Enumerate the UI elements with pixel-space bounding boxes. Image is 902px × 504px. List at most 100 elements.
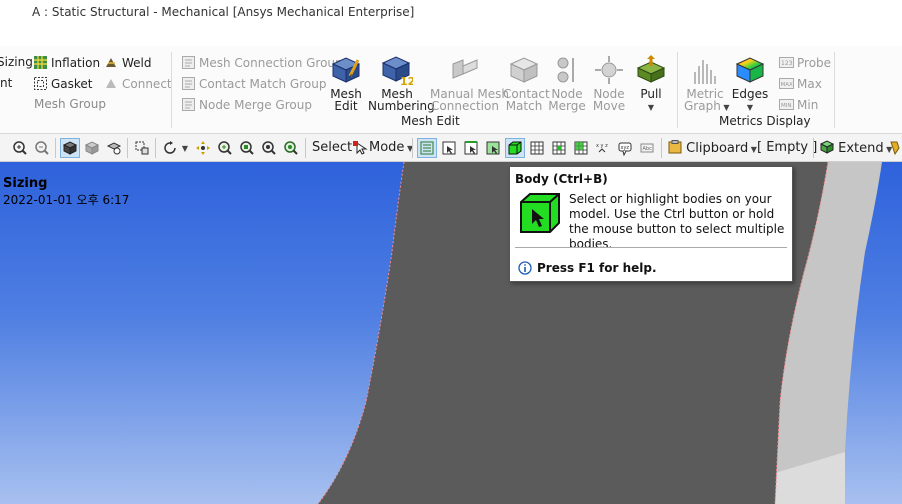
zoom-icon[interactable] (215, 138, 235, 158)
svg-text:x y z: x y z (596, 143, 608, 149)
clipboard-dropdown[interactable]: Clipboard ▼ (668, 140, 757, 156)
mesh-edit-group-label: Mesh Edit (401, 114, 460, 128)
shaded-exterior-icon[interactable] (60, 138, 80, 158)
tooltip-description: Select or highlight bodies on your model… (569, 192, 785, 251)
node-move-label-2: Move (592, 99, 626, 113)
mesh-numbering-icon: 12 (381, 56, 413, 86)
label-select-icon[interactable]: Abc (637, 138, 657, 158)
mesh-connection-group-button[interactable]: Mesh Connection Group (181, 55, 343, 70)
hit-point-icon[interactable]: xyz (615, 138, 635, 158)
svg-text:MIN: MIN (781, 103, 791, 109)
probe-label: Probe (797, 55, 832, 70)
zoom-out-icon[interactable] (32, 138, 52, 158)
pull-dropdown-icon: ▼ (647, 103, 655, 112)
viewport-title: Sizing (3, 176, 48, 191)
select-mode-cursor-icon[interactable] (350, 138, 370, 158)
coordinate-select-icon[interactable]: x y z (593, 138, 613, 158)
node-merge-group-button[interactable]: Node Merge Group (181, 97, 312, 112)
vertex-select-icon[interactable] (439, 138, 459, 158)
select-all-icon[interactable] (417, 138, 437, 158)
clipboard-label: Clipboard (686, 141, 749, 156)
contact-match-label-2: Match (505, 99, 543, 113)
mesh-connection-group-icon (182, 56, 195, 69)
edges-button[interactable]: Edges ▼ (731, 54, 769, 114)
ribbon: Sizing nt Inflation Gasket Weld Connect … (0, 46, 902, 134)
extend-dropdown[interactable]: Extend ▼ (819, 140, 892, 156)
contact-match-group-icon (182, 77, 195, 90)
pan-icon[interactable] (193, 138, 213, 158)
zoom-in-icon[interactable] (10, 138, 30, 158)
viewport-date: 2022-01-01 오후 6:17 (3, 193, 130, 207)
max-label: Max (797, 76, 822, 91)
clipboard-status: [ Empty ] (757, 140, 818, 155)
graphics-toolbar: ▼ Select Mode ▼ x y z xyz Abc Clipboard … (0, 134, 902, 162)
contact-match-group-button[interactable]: Contact Match Group (181, 76, 326, 91)
node-move-icon (595, 56, 623, 84)
inflation-icon (34, 56, 47, 69)
metric-graph-button[interactable]: Metric Graph ▼ (684, 54, 730, 114)
svg-text:MAX: MAX (781, 82, 794, 88)
show-vertices-icon[interactable] (104, 138, 124, 158)
clipboard-icon (668, 140, 682, 154)
body-tooltip: Body (Ctrl+B) Select or highlight bodies… (509, 166, 793, 282)
body-select-icon-large (520, 193, 560, 233)
gasket-button[interactable]: Gasket (33, 76, 93, 91)
body-select-icon[interactable] (505, 138, 525, 158)
face-select-icon[interactable] (483, 138, 503, 158)
sizing-button[interactable]: Sizing (0, 55, 33, 69)
weld-icon (106, 58, 116, 67)
element-face-select-icon[interactable] (549, 138, 569, 158)
mesh-edit-button[interactable]: Mesh Edit (329, 54, 363, 112)
contact-match-button[interactable]: Contact Match (503, 54, 550, 113)
wireframe-icon[interactable] (82, 138, 102, 158)
node-merge-button[interactable]: Node Merge (548, 54, 586, 112)
box-zoom-icon[interactable] (132, 138, 152, 158)
inflation-button[interactable]: Inflation (33, 55, 100, 70)
min-label: Min (797, 97, 819, 112)
toolbar-separator-4 (305, 138, 306, 158)
rotate-dropdown-icon[interactable]: ▼ (179, 138, 191, 158)
sizing-label: Sizing (0, 55, 33, 69)
tooltip-divider (515, 247, 787, 248)
svg-text:Abc: Abc (643, 146, 653, 152)
overflow-tool-icon[interactable] (888, 138, 902, 158)
zoom-magnify-icon[interactable] (281, 138, 301, 158)
gasket-icon (34, 77, 47, 90)
toolbar-separator-6 (661, 138, 662, 158)
toolbar-separator-7 (813, 138, 814, 158)
node-move-button[interactable]: Node Move (591, 54, 627, 112)
numbering-badge: 12 (400, 75, 413, 86)
pull-button[interactable]: Pull ▼ (634, 54, 668, 114)
metric-graph-label-2: Graph (684, 99, 721, 113)
metric-graph-icon (694, 60, 716, 84)
mode-dropdown[interactable]: Mode ▼ (369, 140, 413, 155)
pull-icon (636, 55, 666, 83)
zoom-selection-icon[interactable] (259, 138, 279, 158)
max-button[interactable]: MAX Max (779, 76, 822, 91)
element-select-icon[interactable] (571, 138, 591, 158)
extend-icon (819, 140, 835, 154)
nt-label: nt (0, 76, 13, 90)
min-button[interactable]: MIN Min (779, 97, 818, 112)
node-select-icon[interactable] (527, 138, 547, 158)
node-merge-group-icon (182, 98, 195, 111)
zoom-to-fit-icon[interactable] (237, 138, 257, 158)
info-icon (518, 261, 532, 275)
weld-button[interactable]: Weld (104, 55, 152, 70)
nt-button[interactable]: nt (0, 76, 12, 90)
toolbar-separator-2 (127, 138, 128, 158)
connect-icon (106, 79, 116, 88)
manual-mesh-connection-button[interactable]: Manual Mesh Connection (430, 54, 509, 113)
mesh-group-label: Mesh Group (34, 97, 106, 111)
rotate-icon[interactable] (160, 138, 180, 158)
contact-match-group-label: Contact Match Group (199, 76, 327, 91)
mesh-numbering-button[interactable]: 12 Mesh Numbering (368, 54, 435, 112)
mesh-numbering-label-2: Numbering (368, 99, 435, 113)
inflation-label: Inflation (51, 55, 101, 70)
edge-select-icon[interactable] (461, 138, 481, 158)
tooltip-title: Body (Ctrl+B) (515, 172, 608, 186)
probe-button[interactable]: 123 Probe (779, 55, 831, 70)
manual-mesh-label-2: Connection (431, 99, 499, 113)
edges-icon (735, 57, 765, 83)
connect-button[interactable]: Connect (104, 76, 172, 91)
